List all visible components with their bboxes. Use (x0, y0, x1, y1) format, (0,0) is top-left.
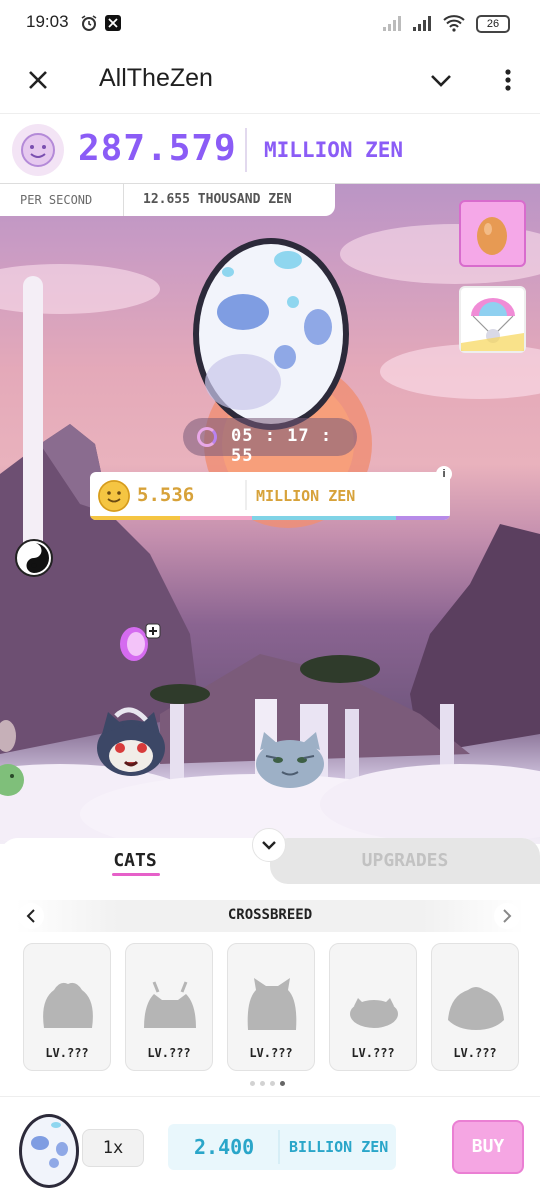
game-scene[interactable]: 287.579 MILLION ZEN PER SECOND 12.655 TH… (0, 114, 540, 844)
locked-cat-silhouette (247, 978, 297, 1030)
locked-cat-silhouette (43, 982, 93, 1028)
info-icon[interactable]: i (436, 466, 452, 482)
cat-character[interactable] (0, 714, 28, 798)
cat-level: LV.??? (351, 1046, 395, 1060)
alarm-icon (80, 14, 98, 36)
chevron-down-icon[interactable] (423, 62, 459, 98)
egg-shop-button[interactable] (459, 200, 526, 267)
yin-yang-slider-handle[interactable] (15, 539, 53, 577)
zen-face-icon (12, 124, 64, 176)
close-icon[interactable] (20, 62, 56, 98)
buy-button[interactable]: BUY (452, 1120, 524, 1174)
egg-timer: 05 : 17 : 55 (183, 418, 357, 466)
battery-icon: 26 (476, 15, 510, 33)
divider (278, 1130, 280, 1164)
price-value: 2.400 (194, 1135, 255, 1159)
bottom-sheet: UPGRADES CATS CROSSBREED LV.??? LV.??? L… (0, 828, 540, 1090)
tab-upgrades-label: UPGRADES (361, 850, 449, 871)
page-title: AllTheZen (99, 64, 213, 92)
active-tab-underline (112, 873, 160, 876)
collapse-sheet-button[interactable] (252, 828, 286, 862)
chevron-down-icon (262, 841, 276, 850)
quantity-selector[interactable]: 1x (82, 1129, 144, 1167)
cat-level: LV.??? (147, 1046, 191, 1060)
tab-cats-label: CATS (113, 850, 157, 871)
per-second-panel: PER SECOND 12.655 THOUSAND ZEN (0, 184, 335, 216)
category-label: CROSSBREED (227, 907, 313, 923)
cat-card[interactable]: LV.??? (23, 943, 111, 1071)
locked-cat-silhouette (144, 981, 196, 1028)
page-dot[interactable] (270, 1081, 275, 1086)
offer-color-strip (90, 516, 450, 520)
pagination-dots (250, 1081, 285, 1086)
timer-value: 05 : 17 : 55 (231, 426, 333, 466)
locked-cat-silhouette (448, 987, 504, 1030)
locked-cat-silhouette (350, 998, 398, 1028)
zen-unit: MILLION ZEN (264, 138, 404, 162)
zen-orb-pickup[interactable] (112, 620, 164, 664)
app-bar: AllTheZen (0, 48, 540, 114)
zen-amount: 287.579 (78, 128, 237, 169)
airdrop-button[interactable] (459, 286, 526, 353)
divider (245, 480, 247, 510)
cat-level: LV.??? (249, 1046, 293, 1060)
cat-character[interactable] (252, 726, 328, 792)
offer-unit: MILLION ZEN (256, 487, 356, 505)
tab-upgrades[interactable]: UPGRADES (270, 838, 540, 884)
divider (123, 184, 124, 216)
offer-amount: 5.536 (137, 484, 195, 506)
mystery-egg[interactable] (188, 232, 354, 432)
price-unit: BILLION ZEN (289, 1138, 389, 1156)
page-dot[interactable] (250, 1081, 255, 1086)
price-panel: 2.400 BILLION ZEN (168, 1124, 396, 1170)
buy-bar: 1x 2.400 BILLION ZEN BUY (0, 1096, 540, 1200)
next-category-button[interactable] (494, 903, 520, 929)
status-time: 19:03 (26, 12, 69, 31)
cat-card[interactable]: LV.??? (329, 943, 417, 1071)
tab-bar: UPGRADES CATS (0, 828, 540, 884)
signal-icon (412, 14, 436, 36)
chevron-right-icon (503, 909, 512, 923)
wifi-icon (442, 14, 466, 36)
zen-offer-panel[interactable]: 5.536 MILLION ZEN (90, 472, 450, 520)
divider (245, 128, 247, 172)
more-vert-icon[interactable] (490, 62, 526, 98)
status-bar: 19:03 26 (0, 0, 540, 48)
per-second-label: PER SECOND (20, 193, 93, 207)
cat-level: LV.??? (453, 1046, 497, 1060)
cat-card[interactable]: LV.??? (227, 943, 315, 1071)
page-dot-active[interactable] (280, 1081, 285, 1086)
egg-icon (19, 1114, 79, 1188)
zen-balance-bar: 287.579 MILLION ZEN (0, 114, 540, 184)
cat-character[interactable] (92, 704, 170, 782)
egg-icon (477, 217, 507, 255)
tab-cats[interactable]: CATS (0, 838, 270, 884)
cat-card[interactable]: LV.??? (431, 943, 519, 1071)
signal-icon (382, 14, 406, 36)
timer-ring-icon (197, 427, 217, 447)
zen-coin-icon (98, 480, 130, 512)
category-selector: CROSSBREED (16, 900, 524, 932)
cat-card[interactable]: LV.??? (125, 943, 213, 1071)
per-second-value: 12.655 THOUSAND ZEN (143, 192, 292, 207)
cat-level: LV.??? (45, 1046, 89, 1060)
zen-slider-track[interactable] (23, 276, 43, 576)
page-dot[interactable] (260, 1081, 265, 1086)
parachute-icon (461, 298, 524, 351)
x-app-icon (104, 14, 122, 36)
